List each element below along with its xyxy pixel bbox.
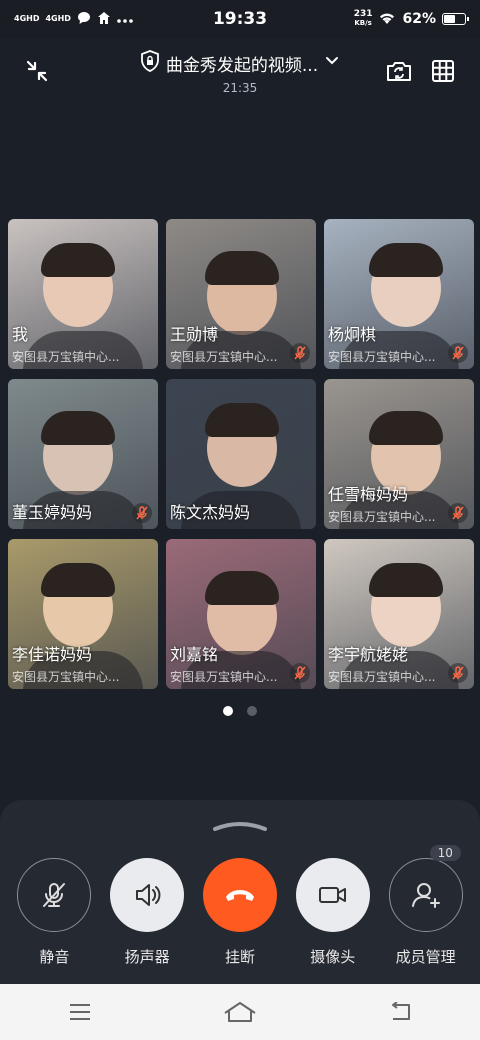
camera-button[interactable]: 摄像头 bbox=[290, 858, 376, 967]
participant-organization: 安图县万宝镇中心... bbox=[170, 350, 278, 364]
participant-tile[interactable]: 王勋博安图县万宝镇中心... bbox=[166, 219, 316, 369]
home-icon bbox=[224, 1002, 256, 1022]
home-notification-icon bbox=[97, 11, 111, 28]
control-panel: 静音 扬声器 挂断 摄像头 10 成员管理 bbox=[0, 800, 480, 984]
call-title-dropdown[interactable]: 曲金秀发起的视频... bbox=[90, 50, 390, 77]
network-indicator-1: 4GHD bbox=[14, 14, 40, 23]
network-speed: 231 KB/s bbox=[353, 9, 373, 28]
speaker-icon bbox=[136, 884, 161, 906]
status-bar: 4GHD 4GHD 19:33 231 KB/s 62% bbox=[0, 0, 480, 38]
clock: 19:33 bbox=[212, 9, 268, 29]
collapse-arrows-icon bbox=[26, 60, 48, 82]
participant-name: 我 bbox=[12, 325, 29, 344]
menu-nav-button[interactable] bbox=[60, 992, 100, 1032]
mic-muted-icon bbox=[290, 663, 310, 683]
grid-layout-button[interactable] bbox=[428, 56, 458, 86]
phone-hangup-icon bbox=[225, 890, 254, 901]
member-management-button[interactable]: 10 成员管理 bbox=[383, 845, 469, 967]
participant-organization: 安图县万宝镇中心... bbox=[328, 510, 436, 524]
participant-organization: 安图县万宝镇中心... bbox=[328, 350, 436, 364]
back-nav-button[interactable] bbox=[380, 992, 420, 1032]
home-nav-button[interactable] bbox=[220, 992, 260, 1032]
member-count-badge: 10 bbox=[429, 845, 461, 861]
participant-name: 李宇航姥姥 bbox=[328, 645, 409, 664]
page-dot[interactable] bbox=[223, 706, 233, 716]
menu-icon bbox=[70, 1004, 90, 1020]
message-icon bbox=[77, 11, 91, 28]
hangup-label: 挂断 bbox=[224, 948, 255, 966]
mic-muted-icon bbox=[448, 503, 468, 523]
mute-label: 静音 bbox=[39, 948, 70, 966]
speaker-button[interactable]: 扬声器 bbox=[104, 858, 190, 967]
call-header: 曲金秀发起的视频... 21:35 bbox=[0, 38, 480, 104]
call-timer: 21:35 bbox=[222, 81, 258, 95]
shield-lock-icon bbox=[140, 50, 160, 77]
mic-muted-icon bbox=[290, 343, 310, 363]
participant-name: 杨炯棋 bbox=[328, 325, 377, 344]
chevron-down-icon bbox=[324, 53, 340, 74]
member-management-label: 成员管理 bbox=[395, 948, 456, 966]
network-indicator-2: 4GHD bbox=[45, 14, 71, 23]
participant-name: 李佳诺妈妈 bbox=[12, 645, 93, 664]
battery-icon bbox=[442, 13, 469, 25]
more-notifications-icon bbox=[117, 12, 133, 26]
mic-off-icon bbox=[43, 883, 66, 907]
battery-percent: 62% bbox=[402, 11, 436, 27]
mute-button[interactable]: 静音 bbox=[11, 858, 97, 967]
participant-organization: 安图县万宝镇中心... bbox=[170, 670, 278, 684]
participant-tile[interactable]: 刘嘉铭安图县万宝镇中心... bbox=[166, 539, 316, 689]
page-dot[interactable] bbox=[247, 706, 257, 716]
video-camera-icon bbox=[318, 887, 346, 903]
participant-name: 任雪梅妈妈 bbox=[328, 485, 409, 504]
chevron-up-icon bbox=[213, 822, 267, 831]
participant-organization: 安图县万宝镇中心... bbox=[328, 670, 436, 684]
grid-icon bbox=[432, 60, 454, 82]
back-icon bbox=[392, 1002, 410, 1020]
system-nav-bar bbox=[0, 984, 480, 1040]
participant-organization: 安图县万宝镇中心... bbox=[12, 670, 120, 684]
participant-tile[interactable]: 李宇航姥姥安图县万宝镇中心... bbox=[324, 539, 474, 689]
participant-name: 陈文杰妈妈 bbox=[170, 503, 251, 522]
hangup-button[interactable]: 挂断 bbox=[197, 858, 283, 967]
mic-muted-icon bbox=[448, 663, 468, 683]
participant-name: 董玉婷妈妈 bbox=[12, 503, 93, 522]
camera-label: 摄像头 bbox=[310, 948, 356, 966]
call-title: 曲金秀发起的视频... bbox=[165, 56, 319, 76]
expand-handle[interactable] bbox=[212, 816, 268, 831]
mic-muted-icon bbox=[448, 343, 468, 363]
switch-camera-button[interactable] bbox=[384, 56, 414, 86]
participant-tile[interactable]: 陈文杰妈妈 bbox=[166, 379, 316, 529]
participant-grid: 我安图县万宝镇中心... 王勋博 安图县万宝镇中心... 杨炯棋 安图县万宝镇中心...… bbox=[8, 219, 474, 691]
participant-tile[interactable]: 任雪梅妈妈安图县万宝镇中心... bbox=[324, 379, 474, 529]
camera-switch-icon bbox=[387, 62, 411, 81]
page-indicator bbox=[0, 706, 480, 716]
wifi-icon bbox=[378, 11, 396, 28]
participant-name: 刘嘉铭 bbox=[170, 645, 219, 664]
participant-tile[interactable]: 我安图县万宝镇中心... bbox=[8, 219, 158, 369]
participant-organization: 安图县万宝镇中心... bbox=[12, 350, 120, 364]
speaker-label: 扬声器 bbox=[124, 948, 170, 966]
participant-tile[interactable]: 李佳诺妈妈安图县万宝镇中心... bbox=[8, 539, 158, 689]
mic-muted-icon bbox=[132, 503, 152, 523]
participant-tile[interactable]: 杨炯棋安图县万宝镇中心... bbox=[324, 219, 474, 369]
participant-tile[interactable]: 董玉婷妈妈 bbox=[8, 379, 158, 529]
minimize-button[interactable] bbox=[22, 56, 52, 86]
participant-name: 王勋博 bbox=[170, 325, 219, 344]
add-member-icon bbox=[411, 883, 440, 908]
